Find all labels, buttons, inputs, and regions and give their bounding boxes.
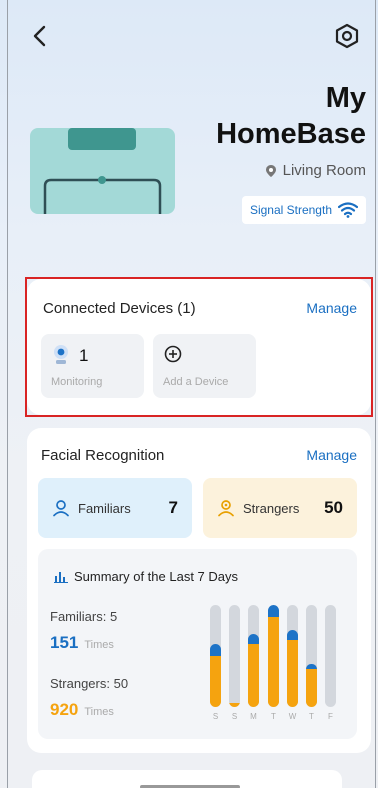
- stranger-icon: [218, 500, 234, 517]
- signal-strength-chip[interactable]: Signal Strength: [241, 196, 366, 224]
- times-label: Times: [84, 639, 114, 651]
- familiars-count: 7: [168, 498, 178, 517]
- strangers-bar: [248, 644, 259, 707]
- strangers-label: Strangers: [243, 500, 300, 516]
- settings-button[interactable]: [332, 21, 362, 51]
- familiars-summary: Familiars: 5: [50, 609, 118, 624]
- bar-track: [210, 605, 221, 707]
- bar-column: [210, 605, 221, 707]
- facial-recognition-title: Facial Recognition: [41, 447, 165, 464]
- familiars-bar: [248, 634, 259, 644]
- facial-manage-link[interactable]: Manage: [306, 447, 357, 463]
- bar-track: [325, 605, 336, 707]
- day-label: W: [288, 712, 297, 721]
- weekly-bar-chart: SSMTWTF: [210, 605, 350, 725]
- chevron-left-icon: [33, 25, 46, 47]
- familiars-bar: [268, 605, 279, 617]
- homebase-device-image: [30, 128, 175, 214]
- strangers-summary: Strangers: 50: [50, 676, 129, 691]
- title-line: HomeBase: [216, 118, 366, 150]
- summary-title: Summary of the Last 7 Days: [54, 569, 238, 584]
- bar-column: [229, 605, 240, 707]
- bar-column: [268, 605, 279, 707]
- bar-column: [306, 605, 317, 707]
- bar-column: [325, 605, 336, 707]
- facial-recognition-card: Facial Recognition Manage Familiars 7 St…: [27, 428, 371, 753]
- day-label: S: [231, 712, 238, 721]
- device-title: My HomeBase: [166, 80, 366, 152]
- bar-track: [268, 605, 279, 707]
- settings-hex-icon: [335, 23, 359, 49]
- bar-track: [248, 605, 259, 707]
- day-label: F: [328, 712, 333, 721]
- back-button[interactable]: [26, 22, 54, 50]
- day-label: S: [212, 712, 219, 721]
- strangers-bar: [306, 669, 317, 707]
- bar-column: [248, 605, 259, 707]
- person-icon: [53, 500, 69, 517]
- familiars-bar: [287, 630, 298, 640]
- signal-label: Signal Strength: [249, 203, 332, 217]
- summary-title-text: Summary of the Last 7 Days: [74, 569, 239, 584]
- strangers-times-value: 920: [50, 700, 79, 719]
- strangers-bar: [287, 640, 298, 707]
- bar-track: [306, 605, 317, 707]
- title-line: My: [325, 82, 366, 114]
- times-label: Times: [84, 706, 114, 718]
- familiars-times-row: 151 Times: [50, 633, 114, 653]
- location-text: Living Room: [282, 162, 366, 179]
- familiars-times-value: 151: [50, 633, 79, 652]
- strangers-times-row: 920 Times: [50, 700, 114, 720]
- summary-panel: Summary of the Last 7 Days Familiars: 5 …: [38, 549, 357, 739]
- top-bar: [0, 0, 378, 70]
- bar-track: [229, 605, 240, 707]
- familiars-bar: [210, 644, 221, 656]
- strangers-bar: [210, 656, 221, 707]
- bar-track: [287, 605, 298, 707]
- day-label: M: [250, 712, 257, 721]
- bar-chart-icon: [54, 571, 68, 583]
- day-label: T: [271, 712, 276, 721]
- strangers-bar: [268, 617, 279, 707]
- bar-column: [287, 605, 298, 707]
- strangers-box[interactable]: Strangers 50: [203, 478, 357, 538]
- location-pin-icon: [265, 164, 276, 177]
- frame-edge: [7, 0, 8, 788]
- strangers-count: 50: [324, 498, 343, 517]
- highlight-box: [25, 277, 373, 417]
- frame-edge: [375, 0, 376, 788]
- strangers-bar: [229, 703, 240, 707]
- familiars-bar: [306, 664, 317, 669]
- familiars-box[interactable]: Familiars 7: [38, 478, 192, 538]
- day-label: T: [309, 712, 314, 721]
- wifi-icon: [338, 202, 358, 218]
- familiars-label: Familiars: [78, 500, 131, 516]
- location-label: Living Room: [265, 162, 366, 179]
